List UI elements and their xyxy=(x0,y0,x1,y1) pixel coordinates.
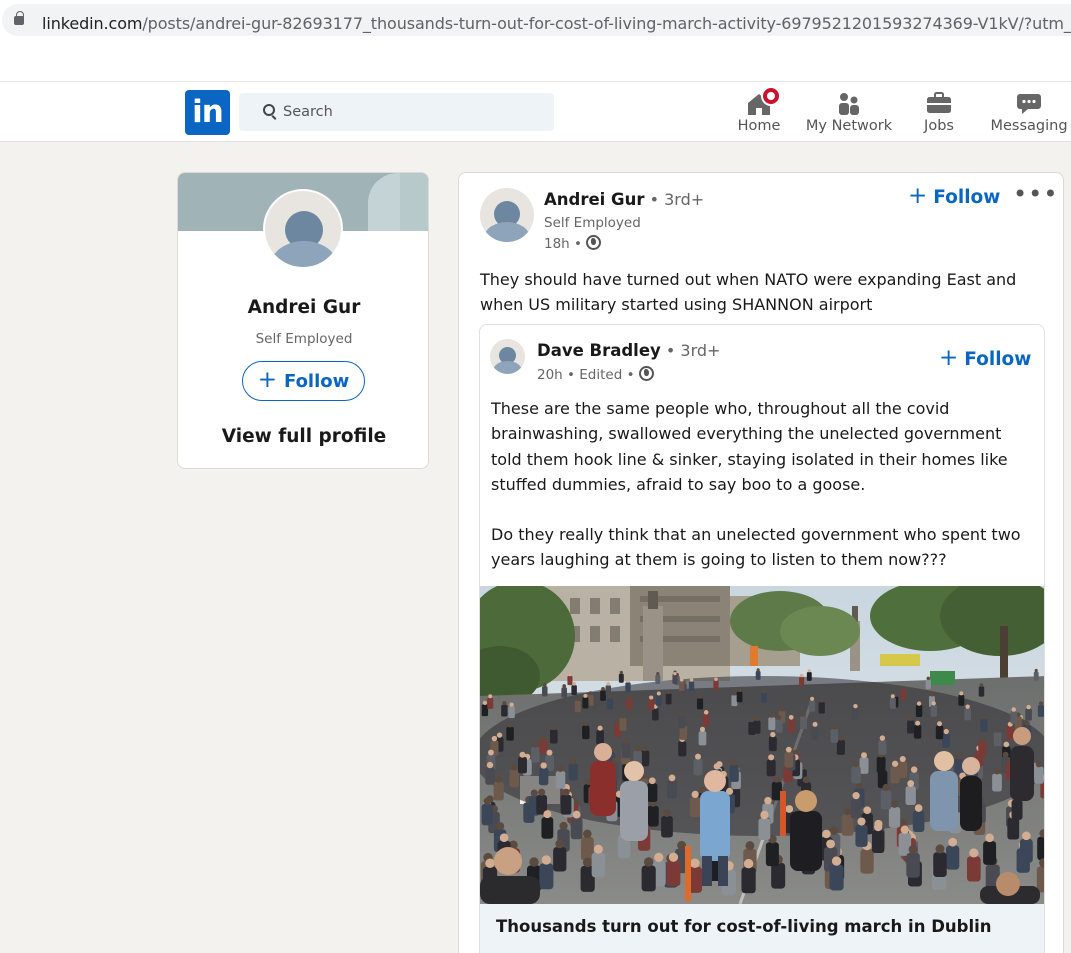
globe-icon xyxy=(586,235,602,250)
plus-icon: + xyxy=(257,366,277,393)
nav-messaging-label: Messaging xyxy=(990,118,1068,134)
reshared-author-name[interactable]: Dave Bradley xyxy=(537,341,661,360)
connection-degree: • 3rd+ xyxy=(649,190,705,209)
post-author-headline: Self Employed xyxy=(544,215,641,231)
plus-icon: + xyxy=(939,345,959,371)
view-full-profile-link[interactable]: View full profile xyxy=(178,426,428,447)
plus-icon: + xyxy=(908,183,928,209)
notification-badge xyxy=(761,86,781,106)
post-card: Andrei Gur • 3rd+ Self Employed 18h • + … xyxy=(458,172,1064,953)
article-image[interactable] xyxy=(480,586,1044,904)
profile-card: Andrei Gur Self Employed + Follow View f… xyxy=(177,172,429,469)
linkedin-navbar: in Home My Network Jobs Messaging xyxy=(0,82,1071,142)
search-input[interactable] xyxy=(283,99,543,125)
post-author-avatar[interactable] xyxy=(480,188,534,242)
reshared-post: Dave Bradley • 3rd+ 20h • Edited • + Fol… xyxy=(479,324,1045,953)
nav-home-label: Home xyxy=(737,118,781,134)
post-author-line: Andrei Gur • 3rd+ xyxy=(544,190,704,209)
article-link-card[interactable]: Thousands turn out for cost-of-living ma… xyxy=(480,904,1044,953)
follow-button[interactable]: + Follow xyxy=(242,361,365,401)
nav-jobs-label: Jobs xyxy=(924,118,954,134)
reshared-connection-degree: • 3rd+ xyxy=(665,341,721,360)
reshared-text: These are the same people who, throughou… xyxy=(491,396,1036,573)
url-field[interactable]: linkedin.com/posts/andrei-gur-82693177_t… xyxy=(2,4,1071,36)
globe-icon xyxy=(638,366,654,381)
browser-address-bar: linkedin.com/posts/andrei-gur-82693177_t… xyxy=(0,0,1071,40)
search-icon xyxy=(263,104,275,116)
post-timestamp: 18h • xyxy=(544,235,602,252)
nav-home[interactable]: Home xyxy=(728,86,790,138)
post-text: They should have turned out when NATO we… xyxy=(480,270,1017,314)
reshared-author-avatar[interactable] xyxy=(490,339,525,374)
article-title: Thousands turn out for cost-of-living ma… xyxy=(496,917,992,936)
url-text[interactable]: linkedin.com/posts/andrei-gur-82693177_t… xyxy=(42,14,1071,34)
follow-label: Follow xyxy=(284,370,350,392)
nav-my-network-label: My Network xyxy=(805,118,893,134)
more-options-icon[interactable]: ••• xyxy=(1013,182,1058,206)
post-author-name[interactable]: Andrei Gur xyxy=(544,190,644,209)
reshared-timestamp: 20h • Edited • xyxy=(537,366,654,383)
crowd-photo-illustration xyxy=(480,586,1044,904)
avatar[interactable] xyxy=(263,189,343,269)
bookmarks-bar xyxy=(0,40,1071,82)
search-box[interactable] xyxy=(239,93,554,131)
reshared-paragraph: These are the same people who, throughou… xyxy=(491,399,1008,494)
post-follow-button[interactable]: + Follow xyxy=(908,183,1000,209)
reshared-author-line: Dave Bradley • 3rd+ xyxy=(537,341,720,360)
linkedin-logo-icon[interactable]: in xyxy=(185,90,230,135)
nav-jobs[interactable]: Jobs xyxy=(912,88,966,138)
reshared-paragraph: Do they really think that an unelected g… xyxy=(491,525,1021,570)
nav-my-network[interactable]: My Network xyxy=(805,88,893,138)
message-icon xyxy=(1017,94,1041,114)
network-icon xyxy=(839,93,859,115)
lock-icon xyxy=(14,11,24,25)
reshared-follow-button[interactable]: + Follow xyxy=(939,345,1031,371)
nav-messaging[interactable]: Messaging xyxy=(990,88,1068,138)
profile-name[interactable]: Andrei Gur xyxy=(178,297,428,318)
profile-headline: Self Employed xyxy=(255,331,353,347)
briefcase-icon xyxy=(927,92,951,113)
